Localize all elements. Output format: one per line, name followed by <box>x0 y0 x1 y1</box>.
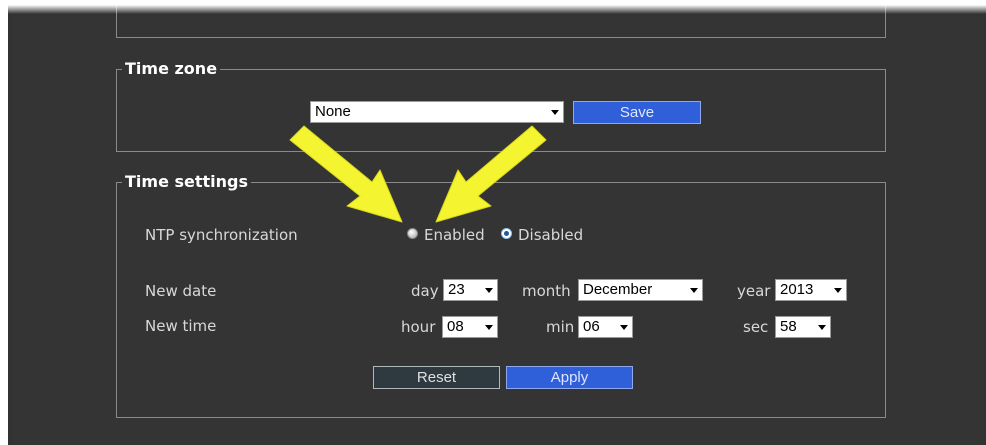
ntp-sync-label: NTP synchronization <box>145 226 298 244</box>
day-label: day <box>411 282 439 300</box>
day-select[interactable]: 23 <box>443 279 498 301</box>
top-fade <box>0 0 986 14</box>
min-select[interactable]: 06 <box>578 316 633 338</box>
new-date-label: New date <box>145 282 217 300</box>
month-select[interactable]: December <box>578 279 703 301</box>
time-zone-select[interactable]: None <box>310 101 564 123</box>
sec-select-value: 58 <box>780 318 797 335</box>
ntp-disabled-label[interactable]: Disabled <box>518 226 583 244</box>
new-time-label: New time <box>145 317 217 335</box>
apply-button[interactable]: Apply <box>506 366 633 389</box>
year-label: year <box>737 282 771 300</box>
min-label: min <box>546 318 575 336</box>
month-label: month <box>522 282 571 300</box>
chevron-down-icon <box>485 288 493 293</box>
time-zone-legend: Time zone <box>122 59 221 79</box>
chevron-down-icon <box>834 288 842 293</box>
min-select-value: 06 <box>583 318 600 335</box>
chevron-down-icon <box>620 325 628 330</box>
chevron-down-icon <box>818 325 826 330</box>
month-select-value: December <box>583 281 653 298</box>
chevron-down-icon <box>690 288 698 293</box>
hour-select-value: 08 <box>447 318 464 335</box>
chevron-down-icon <box>551 110 559 115</box>
time-settings-fieldset: Time settings <box>116 172 886 418</box>
hour-select[interactable]: 08 <box>442 316 498 338</box>
sec-select[interactable]: 58 <box>775 316 831 338</box>
time-zone-select-value: None <box>315 103 351 120</box>
hour-label: hour <box>401 318 436 336</box>
year-select-value: 2013 <box>780 281 814 298</box>
reset-button[interactable]: Reset <box>373 366 500 389</box>
year-select[interactable]: 2013 <box>775 279 847 301</box>
sec-label: sec <box>743 318 769 336</box>
save-button[interactable]: Save <box>573 101 701 124</box>
ntp-enabled-radio[interactable] <box>407 228 418 239</box>
time-settings-legend: Time settings <box>122 172 252 192</box>
ntp-enabled-label[interactable]: Enabled <box>424 226 485 244</box>
ntp-disabled-radio[interactable] <box>501 228 512 239</box>
chevron-down-icon <box>485 325 493 330</box>
day-select-value: 23 <box>448 281 465 298</box>
